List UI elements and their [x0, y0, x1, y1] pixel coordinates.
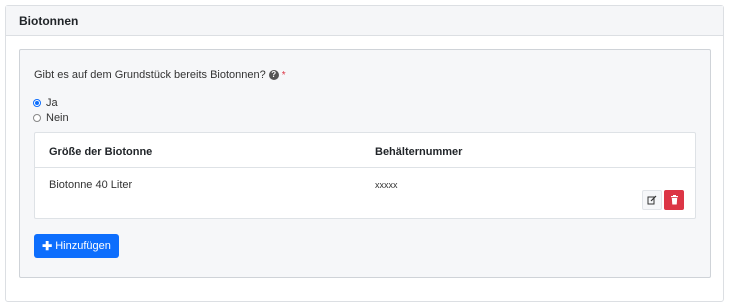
radio-label-nein: Nein: [46, 112, 69, 124]
biotonnen-table: Größe der Biotonne Behälternummer Bioton…: [34, 132, 696, 219]
question-text: Gibt es auf dem Grundstück bereits Bioto…: [34, 69, 266, 81]
column-header-number: Behälternummer: [375, 146, 463, 158]
add-button-label: Hinzufügen: [55, 240, 111, 252]
biotonnen-card: Biotonnen Gibt es auf dem Grundstück ber…: [5, 5, 724, 302]
add-button[interactable]: ✚ Hinzufügen: [34, 234, 119, 258]
cell-size: Biotonne 40 Liter: [49, 179, 133, 191]
card-title: Biotonnen: [6, 6, 723, 36]
question-circle-icon[interactable]: ?: [268, 70, 279, 80]
radio-button-nein[interactable]: [33, 114, 41, 122]
edit-icon: [647, 195, 657, 205]
radio-option-ja[interactable]: Ja: [33, 97, 58, 109]
radio-option-nein[interactable]: Nein: [33, 112, 69, 124]
radio-button-ja[interactable]: [33, 99, 41, 107]
delete-button[interactable]: [664, 190, 684, 210]
question-label: Gibt es auf dem Grundstück bereits Bioto…: [34, 69, 286, 81]
column-header-size: Größe der Biotonne: [49, 146, 153, 158]
trash-icon: [670, 195, 678, 205]
radio-label-ja: Ja: [46, 97, 58, 109]
plus-icon: ✚: [42, 239, 53, 253]
cell-number: xxxxx: [375, 180, 398, 190]
edit-button[interactable]: [642, 190, 662, 210]
required-mark: *: [281, 69, 286, 81]
table-header-divider: [35, 167, 695, 168]
biotonnen-form-panel: Gibt es auf dem Grundstück bereits Bioto…: [19, 49, 711, 278]
